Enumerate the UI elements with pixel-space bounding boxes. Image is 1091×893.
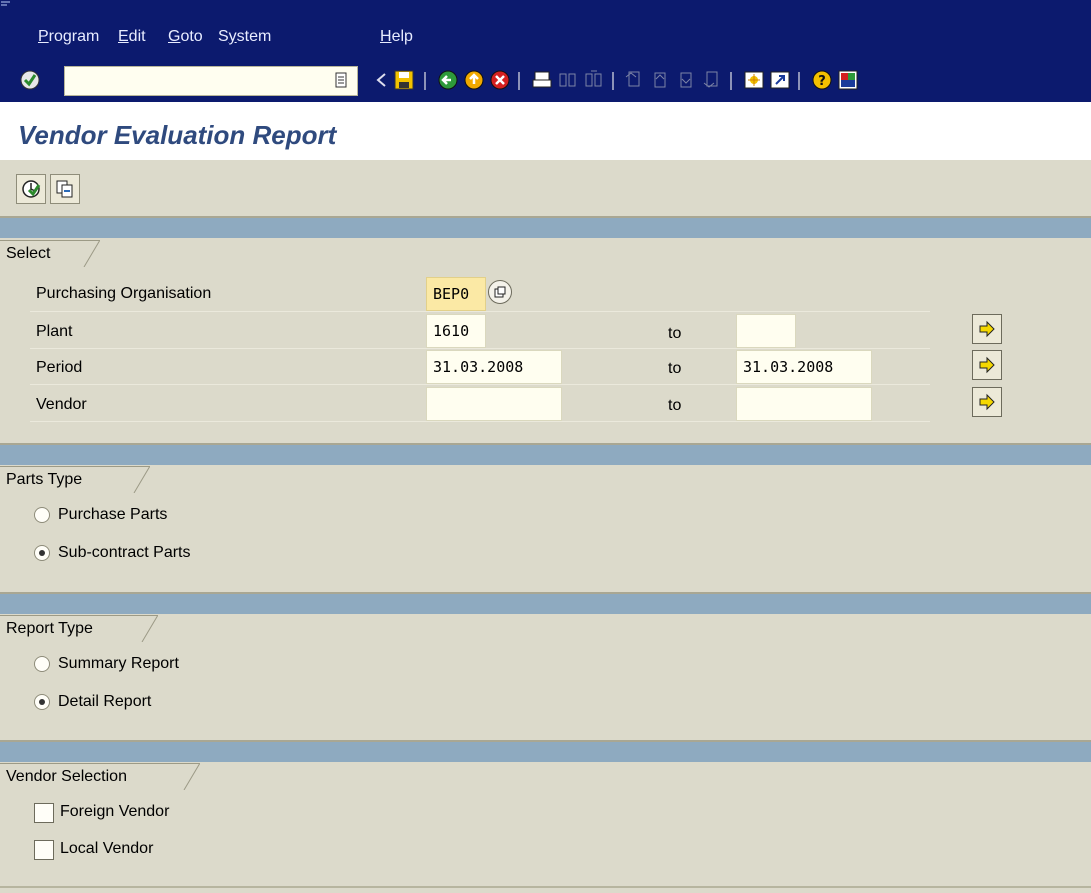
local-vendor-label: Local Vendor xyxy=(60,840,154,857)
command-history-icon[interactable] xyxy=(332,70,350,90)
plant-to-field[interactable] xyxy=(736,314,796,348)
group-vendor-selection: Vendor Selection xyxy=(0,763,200,790)
shortcut-icon[interactable] xyxy=(768,68,792,92)
vendor-multiple-selection-button[interactable] xyxy=(972,387,1002,417)
period-to-label: to xyxy=(668,360,682,377)
group-select: Select xyxy=(0,240,100,267)
row-divider xyxy=(30,311,930,312)
find-next-icon xyxy=(582,68,606,92)
row-divider xyxy=(30,348,930,349)
bottom-divider xyxy=(0,886,1091,888)
save-icon[interactable] xyxy=(392,68,416,92)
purchase-parts-radio[interactable] xyxy=(34,507,50,523)
toolbar-separator xyxy=(424,72,426,90)
back-icon[interactable] xyxy=(370,68,394,92)
search-help-button[interactable] xyxy=(488,280,512,304)
toolbar-separator xyxy=(730,72,732,90)
purch-org-field[interactable]: BEP0 xyxy=(426,277,486,311)
new-session-icon[interactable] xyxy=(742,68,766,92)
purchase-parts-label: Purchase Parts xyxy=(58,506,168,523)
search-help-icon xyxy=(494,286,506,298)
menu-program[interactable]: Program xyxy=(38,28,99,46)
subcontract-parts-label: Sub-contract Parts xyxy=(58,544,191,561)
section-separator xyxy=(0,592,1091,614)
back-nav-icon[interactable] xyxy=(436,68,460,92)
group-label-parts-type: Parts Type xyxy=(6,471,83,488)
section-separator xyxy=(0,216,1091,238)
window-menu-icon[interactable] xyxy=(0,0,12,12)
period-label: Period xyxy=(36,359,83,376)
arrow-right-icon xyxy=(979,393,995,411)
subcontract-parts-radio[interactable] xyxy=(34,545,50,561)
section-separator xyxy=(0,740,1091,762)
toolbar-separator xyxy=(518,72,520,90)
foreign-vendor-checkbox[interactable] xyxy=(34,803,54,823)
summary-report-radio[interactable] xyxy=(34,656,50,672)
section-separator xyxy=(0,443,1091,465)
detail-report-label: Detail Report xyxy=(58,693,152,710)
purch-org-label: Purchasing Organisation xyxy=(36,285,212,302)
group-label-report-type: Report Type xyxy=(6,620,93,637)
plant-label: Plant xyxy=(36,323,73,340)
vendor-label: Vendor xyxy=(36,396,87,413)
vendor-to-label: to xyxy=(668,397,682,414)
vendor-from-field[interactable] xyxy=(426,387,562,421)
standard-toolbar: ? xyxy=(0,58,1091,102)
arrow-right-icon xyxy=(979,356,995,374)
plant-multiple-selection-button[interactable] xyxy=(972,314,1002,344)
arrow-right-icon xyxy=(979,320,995,338)
get-variant-button[interactable] xyxy=(50,174,80,204)
menu-goto[interactable]: Goto xyxy=(168,28,203,46)
svg-text:?: ? xyxy=(818,74,826,89)
layout-icon[interactable] xyxy=(836,68,860,92)
command-input[interactable] xyxy=(65,67,357,95)
menu-edit[interactable]: Edit xyxy=(118,28,146,46)
last-page-icon xyxy=(700,68,724,92)
application-toolbar xyxy=(0,160,1091,216)
group-label-vendor-selection: Vendor Selection xyxy=(6,768,127,785)
toolbar-separator xyxy=(612,72,614,90)
group-report-type: Report Type xyxy=(0,615,158,642)
row-divider xyxy=(30,421,930,422)
detail-report-radio[interactable] xyxy=(34,694,50,710)
plant-from-field[interactable]: 1610 xyxy=(426,314,486,348)
print-icon[interactable] xyxy=(530,68,554,92)
menu-help[interactable]: Help xyxy=(380,28,413,46)
vendor-to-field[interactable] xyxy=(736,387,872,421)
period-multiple-selection-button[interactable] xyxy=(972,350,1002,380)
menu-bar: Program Edit Goto System Help xyxy=(0,0,1091,58)
summary-report-label: Summary Report xyxy=(58,655,179,672)
foreign-vendor-label: Foreign Vendor xyxy=(60,803,170,820)
title-bar: Vendor Evaluation Report xyxy=(0,102,1091,160)
exit-icon[interactable] xyxy=(462,68,486,92)
next-page-icon xyxy=(674,68,698,92)
period-from-field[interactable]: 31.03.2008 xyxy=(426,350,562,384)
command-field[interactable] xyxy=(64,66,358,96)
group-parts-type: Parts Type xyxy=(0,466,150,493)
execute-button[interactable] xyxy=(16,174,46,204)
group-label-select: Select xyxy=(6,245,51,262)
period-to-field[interactable]: 31.03.2008 xyxy=(736,350,872,384)
plant-to-label: to xyxy=(668,325,682,342)
cancel-icon[interactable] xyxy=(488,68,512,92)
menu-system[interactable]: System xyxy=(218,28,271,46)
first-page-icon xyxy=(622,68,646,92)
previous-page-icon xyxy=(648,68,672,92)
local-vendor-checkbox[interactable] xyxy=(34,840,54,860)
variant-icon xyxy=(56,180,73,198)
enter-icon[interactable] xyxy=(18,68,42,92)
execute-icon xyxy=(22,180,41,198)
find-icon xyxy=(556,68,580,92)
row-divider xyxy=(30,384,930,385)
toolbar-separator xyxy=(798,72,800,90)
page-title: Vendor Evaluation Report xyxy=(18,120,337,150)
help-icon[interactable]: ? xyxy=(810,68,834,92)
